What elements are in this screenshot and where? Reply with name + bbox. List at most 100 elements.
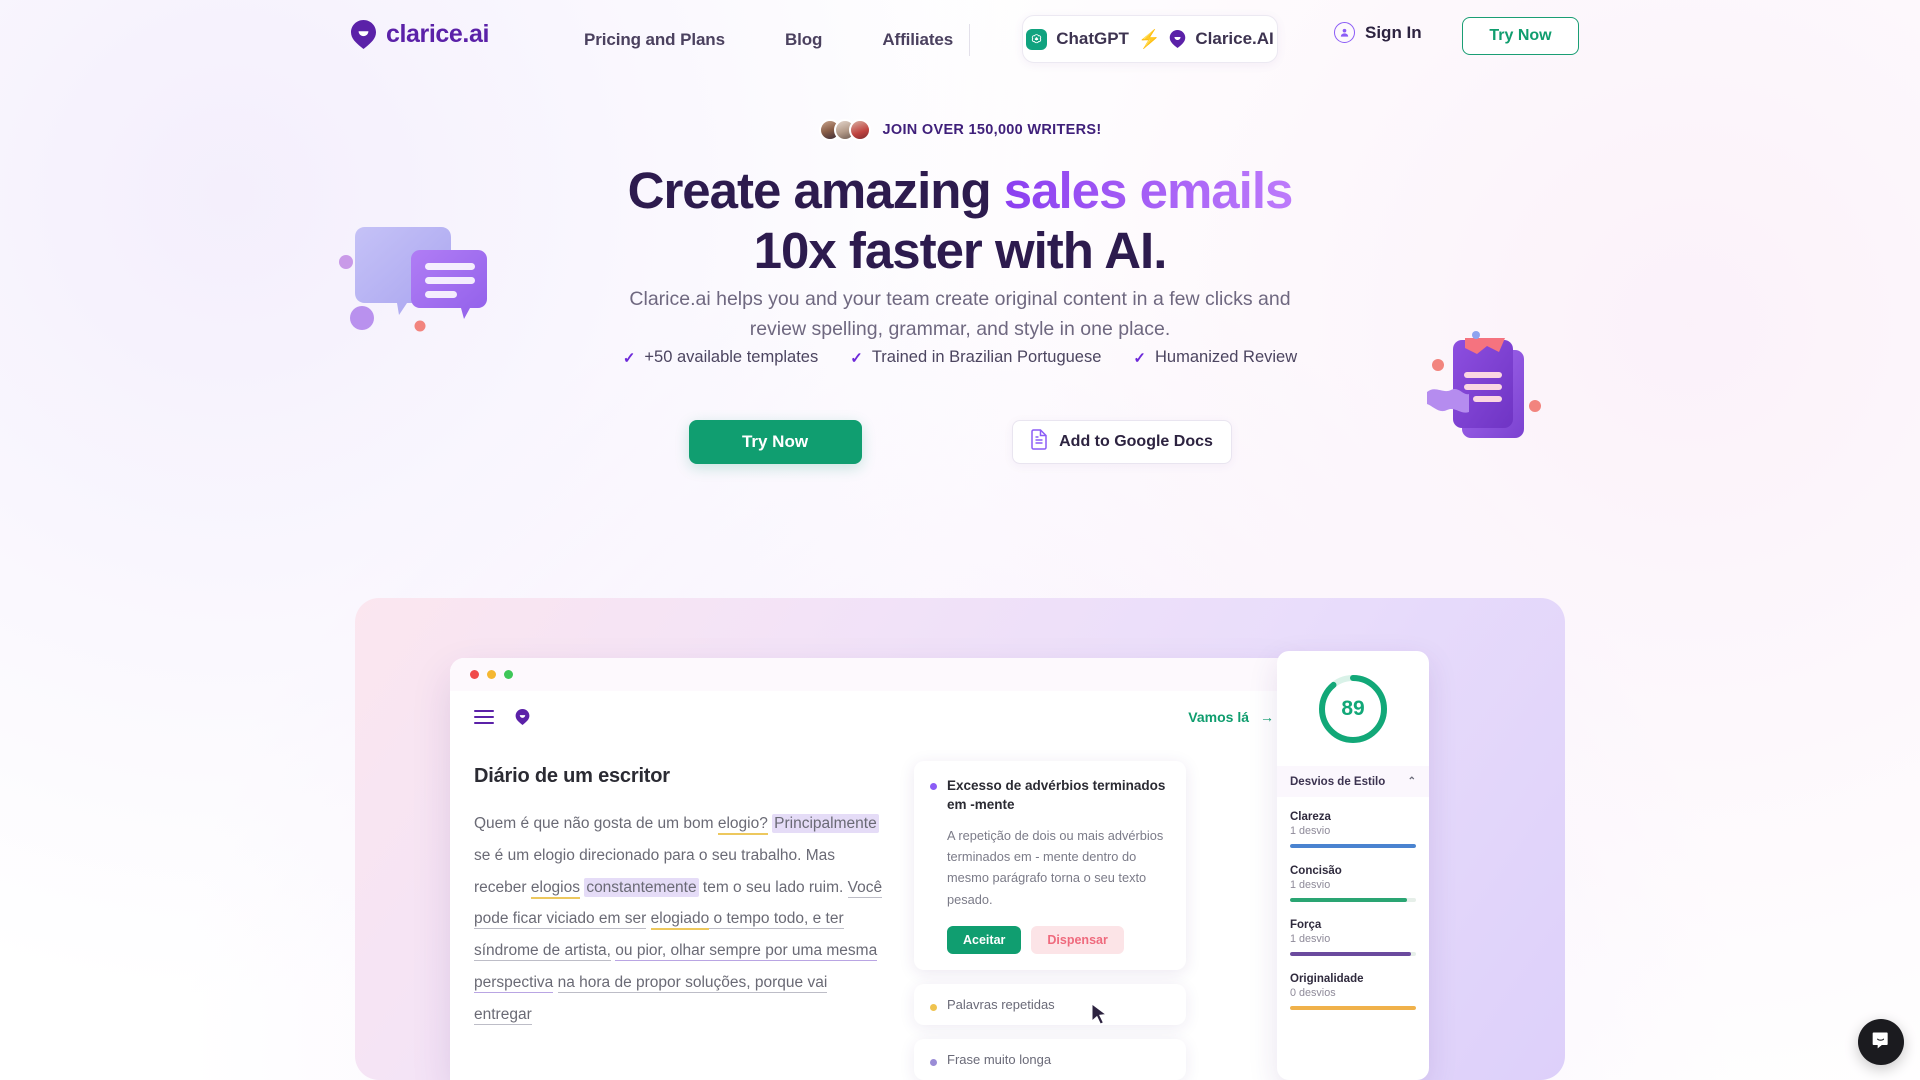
avatar-group bbox=[818, 119, 871, 141]
close-window-dot[interactable] bbox=[470, 670, 479, 679]
hero-subheadline: Clarice.ai helps you and your team creat… bbox=[0, 284, 1920, 344]
metric-clareza: Clareza 1 desvio bbox=[1290, 811, 1416, 848]
bullet-icon bbox=[930, 783, 937, 790]
doc-underlined-yellow[interactable]: elogios bbox=[530, 878, 580, 899]
clarice-pin-icon bbox=[350, 20, 377, 49]
landing-page: clarice.ai Pricing and Plans Blog Affili… bbox=[0, 0, 1920, 1080]
feature-label: Trained in Brazilian Portuguese bbox=[871, 348, 1102, 366]
mini-card-label: Palavras repetidas bbox=[947, 996, 1055, 1012]
metric-name: Força bbox=[1290, 919, 1322, 931]
suggestion-actions: Aceitar Dispensar bbox=[947, 925, 1168, 954]
metric-track bbox=[1290, 952, 1416, 956]
metric-track bbox=[1290, 898, 1416, 902]
subhead-line-1: Clarice.ai helps you and your team creat… bbox=[629, 288, 1291, 310]
brand-logo[interactable]: clarice.ai bbox=[350, 20, 489, 49]
nav-divider bbox=[969, 24, 970, 56]
user-icon bbox=[1334, 22, 1355, 43]
metric-track bbox=[1290, 844, 1416, 848]
style-deviations-header[interactable]: Desvios de Estilo ⌃ bbox=[1277, 766, 1429, 797]
headline-line-1-plain: Create amazing bbox=[627, 162, 1004, 219]
feature-item-humanized-review: ✓ Humanized Review bbox=[1133, 348, 1297, 367]
metric-fill bbox=[1290, 1006, 1416, 1010]
doc-highlight[interactable]: Principalmente bbox=[772, 814, 879, 833]
chevron-up-icon: ⌃ bbox=[1407, 776, 1416, 787]
score-ring: 89 bbox=[1316, 672, 1390, 746]
menu-icon[interactable] bbox=[474, 709, 494, 725]
document-editor[interactable]: Diário de um escritor Quem é que não gos… bbox=[474, 743, 884, 1080]
accept-button[interactable]: Aceitar bbox=[947, 925, 1022, 954]
app-toolbar: Vamos lá → bbox=[450, 691, 1296, 743]
hero-cta-row: Try Now Add to Google Docs bbox=[0, 420, 1920, 464]
mouse-cursor bbox=[1091, 1003, 1108, 1027]
metric-name: Originalidade bbox=[1290, 973, 1364, 985]
suggestion-description: A repetição de dois ou mais advérbios te… bbox=[947, 828, 1164, 907]
suggestion-mini-card-long-sentence[interactable]: Frase muito longa bbox=[914, 1038, 1186, 1080]
check-icon: ✓ bbox=[850, 349, 863, 367]
feature-label: Humanized Review bbox=[1155, 348, 1298, 366]
doc-text-segment: tem o seu lado ruim. bbox=[698, 878, 848, 896]
nav-links: Pricing and Plans Blog Affiliates bbox=[584, 0, 953, 80]
add-to-google-docs-button[interactable]: Add to Google Docs bbox=[1011, 420, 1232, 464]
headline-line-2: 10x faster with AI. bbox=[753, 222, 1168, 280]
sign-in-button[interactable]: Sign In bbox=[1334, 22, 1422, 43]
metric-concisao: Concisão 1 desvio bbox=[1290, 865, 1416, 902]
chatgpt-icon bbox=[1026, 28, 1048, 50]
metric-name: Clareza bbox=[1290, 811, 1331, 823]
doc-highlight[interactable]: constantemente bbox=[584, 877, 699, 897]
check-icon: ✓ bbox=[622, 349, 636, 367]
vamos-la-button[interactable]: Vamos lá → bbox=[1188, 709, 1274, 725]
suggestion-header: Excesso de advérbios terminados em -ment… bbox=[930, 777, 1168, 814]
nav-link-blog[interactable]: Blog bbox=[785, 30, 822, 50]
chatgpt-label: ChatGPT bbox=[1056, 29, 1129, 48]
add-to-google-docs-label: Add to Google Docs bbox=[1059, 433, 1213, 450]
metric-forca: Força 1 desvio bbox=[1290, 919, 1416, 956]
document-paragraph: Quem é que não gosta de um bom elogio? P… bbox=[474, 808, 884, 1030]
nav-link-pricing-and-plans[interactable]: Pricing and Plans bbox=[584, 30, 725, 50]
bullet-icon bbox=[930, 1003, 937, 1011]
metric-fill bbox=[1290, 952, 1411, 956]
arrow-right-icon: → bbox=[1260, 709, 1274, 725]
feature-item-templates: ✓ +50 available templates bbox=[623, 348, 818, 367]
suggestion-card[interactable]: Excesso de advérbios terminados em -ment… bbox=[914, 761, 1186, 970]
score-ring-wrapper: 89 bbox=[1277, 651, 1429, 766]
score-value: 89 bbox=[1341, 696, 1365, 720]
browser-title-bar bbox=[450, 658, 1296, 691]
chatgpt-integration-pill[interactable]: ChatGPT ⚡ Clarice.AI bbox=[1022, 15, 1278, 63]
clarice-pin-small-icon bbox=[1169, 30, 1186, 48]
metric-track bbox=[1290, 1006, 1416, 1010]
metric-name: Concisão bbox=[1290, 865, 1342, 877]
vamos-la-label: Vamos lá bbox=[1188, 709, 1249, 725]
google-docs-icon bbox=[1030, 429, 1048, 455]
subhead-line-2: review spelling, grammar, and style in o… bbox=[749, 318, 1171, 341]
chat-support-button[interactable] bbox=[1858, 1019, 1904, 1065]
clarice-ai-label: Clarice.AI bbox=[1195, 29, 1274, 48]
maximize-window-dot[interactable] bbox=[504, 670, 513, 679]
style-deviations-title: Desvios de Estilo bbox=[1290, 775, 1386, 788]
brand-logo-text: clarice.ai bbox=[386, 20, 490, 48]
clarice-pin-app-icon bbox=[515, 709, 530, 725]
social-proof-label: JOIN OVER 150,000 WRITERS! bbox=[882, 122, 1102, 138]
metric-originalidade: Originalidade 0 desvios bbox=[1290, 973, 1416, 1010]
nav-link-affiliates[interactable]: Affiliates bbox=[882, 30, 953, 50]
metric-fill bbox=[1290, 844, 1416, 848]
metric-sub: 1 desvio bbox=[1290, 933, 1331, 945]
suggestion-title: Excesso de advérbios terminados em -ment… bbox=[947, 778, 1166, 812]
minimize-window-dot[interactable] bbox=[487, 670, 496, 679]
doc-underlined-yellow[interactable]: elogio? bbox=[717, 815, 768, 835]
chat-icon bbox=[1871, 1030, 1891, 1055]
dismiss-button[interactable]: Dispensar bbox=[1031, 925, 1124, 954]
metric-sub: 0 desvios bbox=[1290, 987, 1336, 999]
doc-underlined-yellow[interactable]: elogiado bbox=[650, 910, 710, 931]
headline-line-1-accent: sales emails bbox=[1003, 162, 1294, 219]
document-illustration bbox=[1415, 330, 1560, 455]
mini-card-label: Frase muito longa bbox=[947, 1051, 1052, 1067]
metric-sub: 1 desvio bbox=[1290, 825, 1331, 837]
metric-sub: 1 desvio bbox=[1290, 879, 1331, 891]
hero-try-now-button[interactable]: Try Now bbox=[688, 420, 862, 464]
top-navigation: clarice.ai Pricing and Plans Blog Affili… bbox=[0, 0, 1920, 80]
check-icon: ✓ bbox=[1133, 349, 1146, 367]
suggestion-mini-card-repeated-words[interactable]: Palavras repetidas bbox=[914, 983, 1186, 1025]
sign-in-label: Sign In bbox=[1365, 22, 1422, 42]
hero-feature-list: ✓ +50 available templates ✓ Trained in B… bbox=[0, 348, 1920, 367]
nav-try-now-button[interactable]: Try Now bbox=[1462, 17, 1579, 55]
